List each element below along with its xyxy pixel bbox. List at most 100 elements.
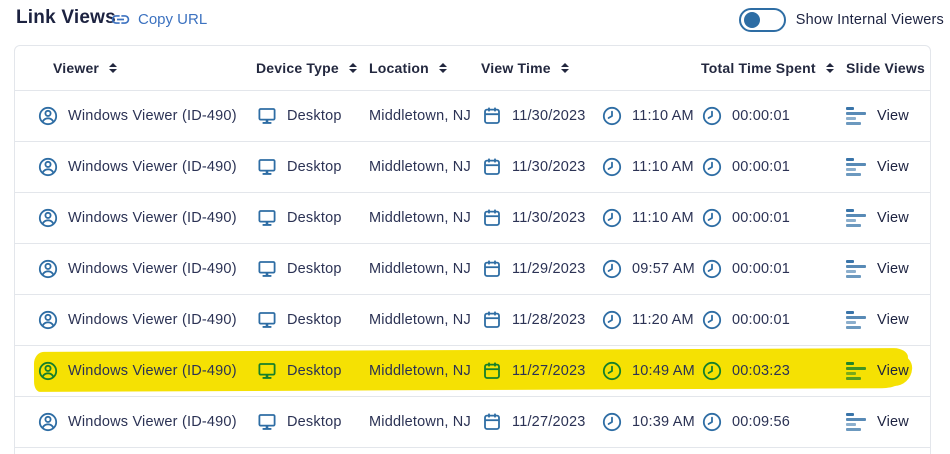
device-cell: Desktop [256, 309, 369, 331]
column-label: Device Type [256, 60, 339, 76]
column-header-location: Location [369, 60, 481, 76]
user-circle-icon [37, 258, 59, 280]
total-time-spent: 00:00:01 [732, 261, 790, 277]
viewer-name: Windows Viewer (ID-490) [68, 414, 237, 430]
total-time-spent: 00:03:23 [732, 363, 790, 379]
clock-icon [601, 309, 623, 331]
column-label: Location [369, 60, 429, 76]
bar-chart-icon [846, 107, 868, 125]
slide-views-cell: View [846, 260, 930, 278]
view-link[interactable]: View [877, 363, 909, 379]
desktop-icon [256, 309, 278, 331]
clock-icon [601, 258, 623, 280]
clock-icon [701, 360, 723, 382]
table-row[interactable]: Windows Viewer (ID-490) Desktop Middleto… [15, 142, 930, 193]
view-time: 10:49 AM [632, 363, 695, 379]
device-cell: Desktop [256, 207, 369, 229]
view-time-cell: 11/27/2023 10:49 AM [481, 360, 701, 382]
device-type: Desktop [287, 363, 342, 379]
device-type: Desktop [287, 108, 342, 124]
clock-icon [701, 258, 723, 280]
clock-icon [601, 156, 623, 178]
copy-url-button[interactable]: Copy URL [110, 9, 207, 30]
viewer-cell: Windows Viewer (ID-490) [37, 360, 256, 382]
total-time-cell: 00:09:56 [701, 411, 846, 433]
total-time-spent: 00:00:01 [732, 312, 790, 328]
view-time-cell: 11/28/2023 11:20 AM [481, 309, 701, 331]
toggle-label: Show Internal Viewers [796, 12, 944, 28]
view-link[interactable]: View [877, 210, 909, 226]
view-date: 11/29/2023 [512, 261, 586, 277]
location-text: Middletown, NJ [369, 108, 471, 124]
location-cell: Middletown, NJ [369, 159, 481, 175]
total-time-spent: 00:00:01 [732, 210, 790, 226]
user-circle-icon [37, 411, 59, 433]
view-link[interactable]: View [877, 108, 909, 124]
sort-icon[interactable] [439, 63, 447, 73]
view-time: 11:10 AM [632, 159, 694, 175]
table-body: Windows Viewer (ID-490) Desktop Middleto… [15, 91, 930, 448]
clock-icon [701, 411, 723, 433]
table-row[interactable]: Windows Viewer (ID-490) Desktop Middleto… [15, 346, 930, 397]
table-row[interactable]: Windows Viewer (ID-490) Desktop Middleto… [15, 244, 930, 295]
view-date: 11/30/2023 [512, 108, 586, 124]
sort-icon[interactable] [826, 63, 834, 73]
clock-icon [601, 207, 623, 229]
calendar-icon [481, 156, 503, 178]
table-row[interactable]: Windows Viewer (ID-490) Desktop Middleto… [15, 91, 930, 142]
table-row[interactable]: Windows Viewer (ID-490) Desktop Middleto… [15, 193, 930, 244]
column-header-slide-views: Slide Views [846, 60, 930, 76]
slide-views-cell: View [846, 362, 930, 380]
view-date: 11/30/2023 [512, 210, 586, 226]
view-date: 11/30/2023 [512, 159, 586, 175]
device-cell: Desktop [256, 258, 369, 280]
table-row[interactable]: Windows Viewer (ID-490) Desktop Middleto… [15, 295, 930, 346]
view-link[interactable]: View [877, 261, 909, 277]
location-text: Middletown, NJ [369, 312, 471, 328]
toggle-knob [744, 12, 760, 28]
slide-views-cell: View [846, 107, 930, 125]
total-time-cell: 00:00:01 [701, 156, 846, 178]
location-cell: Middletown, NJ [369, 312, 481, 328]
user-circle-icon [37, 156, 59, 178]
user-circle-icon [37, 105, 59, 127]
viewer-name: Windows Viewer (ID-490) [68, 261, 237, 277]
user-circle-icon [37, 207, 59, 229]
location-cell: Middletown, NJ [369, 363, 481, 379]
view-link[interactable]: View [877, 414, 909, 430]
sort-icon[interactable] [109, 63, 117, 73]
viewer-cell: Windows Viewer (ID-490) [37, 309, 256, 331]
column-label: Total Time Spent [701, 60, 816, 76]
viewer-name: Windows Viewer (ID-490) [68, 159, 237, 175]
top-bar: Link Views Copy URL Show Internal Viewer… [0, 0, 950, 45]
bar-chart-icon [846, 413, 868, 431]
viewer-name: Windows Viewer (ID-490) [68, 312, 237, 328]
device-cell: Desktop [256, 411, 369, 433]
show-internal-viewers-toggle[interactable] [739, 8, 786, 32]
column-header-view-time: View Time [481, 60, 701, 76]
viewer-cell: Windows Viewer (ID-490) [37, 105, 256, 127]
column-label: Slide Views [846, 60, 925, 76]
view-link[interactable]: View [877, 159, 909, 175]
sort-icon[interactable] [561, 63, 569, 73]
device-type: Desktop [287, 261, 342, 277]
link-views-page: Link Views Copy URL Show Internal Viewer… [0, 0, 950, 454]
internal-viewers-toggle-group: Show Internal Viewers [739, 8, 944, 32]
bar-chart-icon [846, 362, 868, 380]
calendar-icon [481, 309, 503, 331]
location-text: Middletown, NJ [369, 210, 471, 226]
location-cell: Middletown, NJ [369, 108, 481, 124]
device-cell: Desktop [256, 360, 369, 382]
column-header-total-time-spent: Total Time Spent [701, 60, 846, 76]
table-row[interactable]: Windows Viewer (ID-490) Desktop Middleto… [15, 397, 930, 448]
total-time-cell: 00:00:01 [701, 105, 846, 127]
view-date: 11/28/2023 [512, 312, 586, 328]
view-time: 11:10 AM [632, 210, 694, 226]
total-time-spent: 00:00:01 [732, 108, 790, 124]
total-time-cell: 00:03:23 [701, 360, 846, 382]
view-time: 10:39 AM [632, 414, 695, 430]
user-circle-icon [37, 360, 59, 382]
view-link[interactable]: View [877, 312, 909, 328]
sort-icon[interactable] [349, 63, 357, 73]
slide-views-cell: View [846, 158, 930, 176]
